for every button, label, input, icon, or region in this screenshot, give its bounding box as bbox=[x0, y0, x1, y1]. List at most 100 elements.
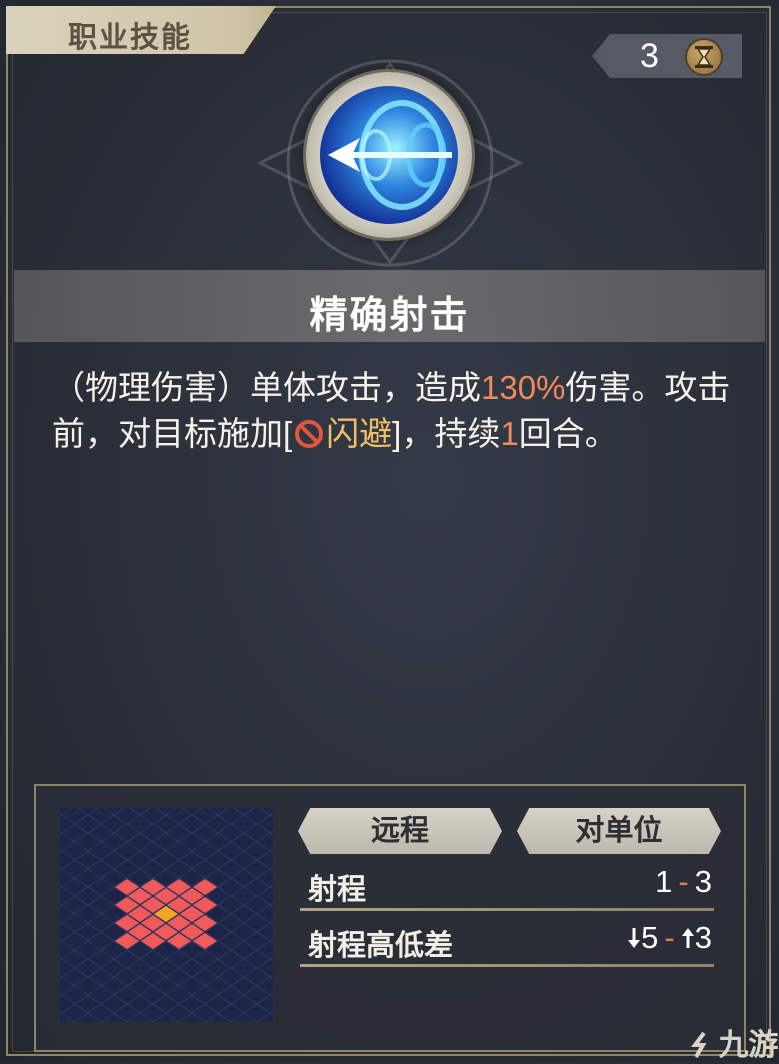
grid-bg-tile bbox=[113, 823, 141, 843]
grid-bg-tile bbox=[74, 904, 102, 924]
grid-bg-tile bbox=[256, 904, 284, 924]
tag-single-target: 对单位 bbox=[517, 808, 721, 854]
grid-bg-tile bbox=[217, 985, 245, 1005]
grid-bg-tile bbox=[204, 832, 232, 852]
grid-bg-tile bbox=[165, 967, 193, 987]
grid-bg-tile bbox=[61, 859, 89, 879]
grid-bg-tile bbox=[100, 832, 128, 852]
grid-bg-tile bbox=[165, 823, 193, 843]
grid-bg-tile bbox=[256, 886, 284, 906]
grid-bg-tile bbox=[87, 877, 115, 897]
arrow-up-icon bbox=[681, 920, 695, 955]
range-min: 1 bbox=[655, 864, 673, 899]
grid-bg-tile bbox=[74, 814, 102, 834]
grid-bg-tile bbox=[191, 823, 219, 843]
grid-bg-tile bbox=[113, 841, 141, 861]
grid-bg-tile bbox=[126, 1012, 154, 1032]
range-label: 射程 bbox=[308, 874, 367, 906]
grid-bg-tile bbox=[230, 922, 258, 942]
range-max: 3 bbox=[694, 864, 712, 899]
grid-bg-tile bbox=[165, 949, 193, 969]
grid-bg-tile bbox=[48, 940, 76, 960]
skill-description: （物理伤害）单体攻击，造成130%伤害。攻击前，对目标施加[闪避]，持续1回合。 bbox=[52, 365, 732, 461]
grid-bg-tile bbox=[152, 976, 180, 996]
grid-bg-tile bbox=[256, 1012, 284, 1032]
grid-bg-tile bbox=[152, 1012, 180, 1032]
grid-bg-tile bbox=[256, 814, 284, 834]
grid-bg-tile bbox=[61, 967, 89, 987]
grid-bg-tile bbox=[230, 904, 258, 924]
grid-bg-tile bbox=[217, 931, 245, 951]
grid-bg-tile bbox=[152, 850, 180, 870]
status-name[interactable]: 闪避 bbox=[326, 415, 392, 452]
grid-bg-tile bbox=[48, 832, 76, 852]
grid-bg-tile bbox=[178, 814, 206, 834]
grid-bg-tile bbox=[243, 949, 271, 969]
grid-bg-tile bbox=[256, 868, 284, 888]
grid-bg-tile bbox=[100, 994, 128, 1014]
height-down: 5 bbox=[641, 920, 659, 955]
grid-bg-tile bbox=[204, 976, 232, 996]
grid-bg-tile bbox=[74, 958, 102, 978]
arrow-shot-icon bbox=[320, 86, 458, 224]
range-divider bbox=[300, 908, 714, 911]
grid-bg-tile bbox=[191, 967, 219, 987]
grid-bg-tile bbox=[165, 1003, 193, 1023]
grid-bg-tile bbox=[74, 886, 102, 906]
grid-bg-tile bbox=[87, 841, 115, 861]
grid-bg-tile bbox=[87, 805, 115, 825]
grid-bg-tile bbox=[243, 895, 271, 915]
grid-bg-tile bbox=[165, 985, 193, 1005]
grid-bg-tile bbox=[243, 985, 271, 1005]
grid-bg-tile bbox=[139, 985, 167, 1005]
grid-bg-tile bbox=[217, 805, 245, 825]
damage-percent: 130% bbox=[481, 369, 566, 406]
grid-bg-tile bbox=[243, 805, 271, 825]
grid-bg-tile bbox=[139, 967, 167, 987]
grid-bg-tile bbox=[113, 859, 141, 879]
grid-bg-tile bbox=[152, 994, 180, 1014]
grid-bg-tile bbox=[48, 904, 76, 924]
hourglass-icon bbox=[685, 38, 723, 76]
height-diff-value: 5-3 bbox=[520, 920, 712, 956]
grid-bg-tile bbox=[87, 985, 115, 1005]
grid-bg-tile bbox=[256, 850, 284, 870]
grid-bg-tile bbox=[204, 958, 232, 978]
desc-part-1: （物理伤害）单体攻击，造成 bbox=[52, 369, 481, 406]
grid-bg-tile bbox=[243, 823, 271, 843]
grid-bg-tile bbox=[230, 850, 258, 870]
skill-icon[interactable] bbox=[306, 72, 472, 238]
grid-bg-tile bbox=[217, 949, 245, 969]
grid-bg-tile bbox=[48, 958, 76, 978]
grid-bg-tile bbox=[74, 832, 102, 852]
range-value: 1-3 bbox=[520, 864, 712, 900]
grid-bg-tile bbox=[243, 913, 271, 933]
grid-bg-tile bbox=[139, 949, 167, 969]
duration-value: 1 bbox=[500, 415, 519, 452]
category-tab[interactable]: 职业技能 bbox=[6, 6, 276, 54]
grid-bg-tile bbox=[217, 967, 245, 987]
desc-part-3: ]，持续 bbox=[392, 415, 501, 452]
grid-bg-tile bbox=[256, 958, 284, 978]
grid-bg-tile bbox=[61, 949, 89, 969]
grid-bg-tile bbox=[48, 850, 76, 870]
grid-bg-tile bbox=[87, 823, 115, 843]
grid-bg-tile bbox=[87, 895, 115, 915]
grid-bg-tile bbox=[113, 805, 141, 825]
grid-bg-tile bbox=[48, 886, 76, 906]
grid-bg-tile bbox=[178, 994, 206, 1014]
grid-bg-tile bbox=[230, 976, 258, 996]
grid-bg-tile bbox=[74, 868, 102, 888]
grid-bg-tile bbox=[165, 859, 193, 879]
grid-bg-tile bbox=[204, 814, 232, 834]
grid-bg-tile bbox=[126, 814, 154, 834]
grid-bg-tile bbox=[243, 1003, 271, 1023]
height-sep: - bbox=[664, 920, 675, 955]
grid-bg-tile bbox=[230, 868, 258, 888]
grid-bg-tile bbox=[87, 859, 115, 879]
grid-bg-tile bbox=[217, 913, 245, 933]
grid-bg-tile bbox=[217, 859, 245, 879]
grid-bg-tile bbox=[230, 1012, 258, 1032]
grid-bg-tile bbox=[139, 859, 167, 879]
grid-bg-tile bbox=[178, 1012, 206, 1032]
